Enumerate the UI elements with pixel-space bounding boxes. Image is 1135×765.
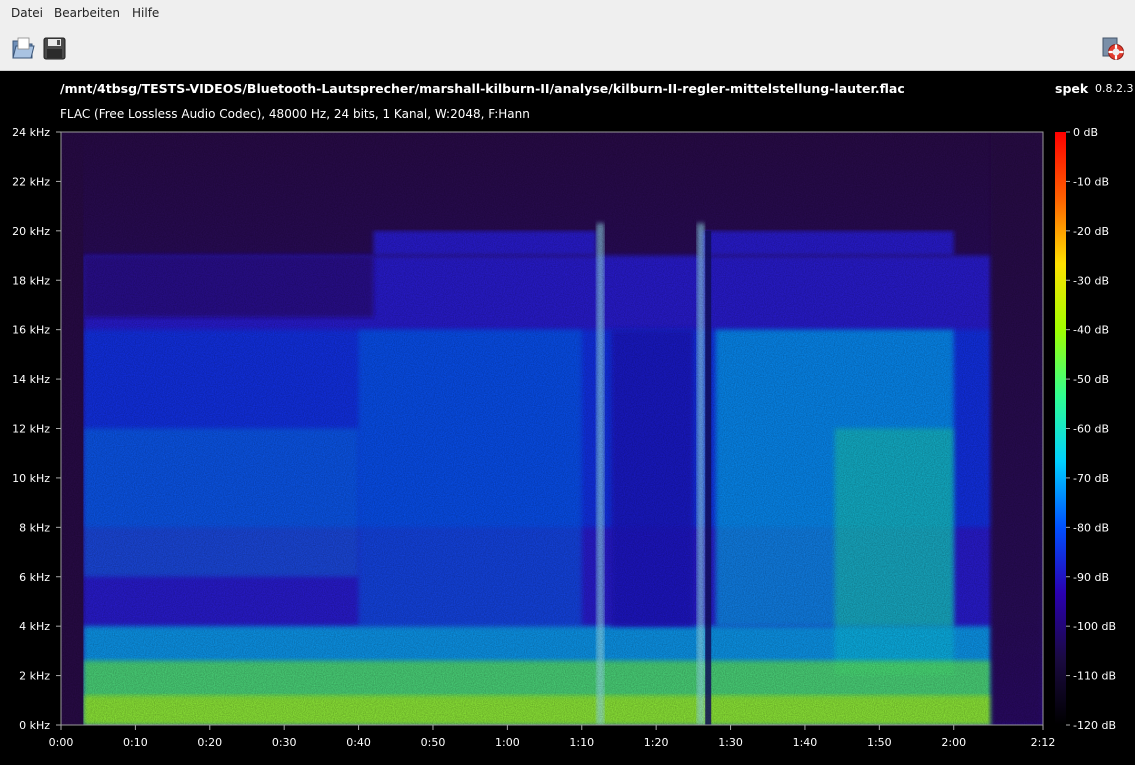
y-axis: 0 kHz 2 kHz 4 kHz 6 kHz 8 kHz 10 kHz 12 kHz 14 … [12,126,61,732]
open-file-icon [12,37,35,59]
toolbar [0,28,1135,71]
y-tick-label: 0 kHz [19,719,50,732]
y-tick-label: 2 kHz [19,670,50,683]
x-tick-label: 2:12 [1031,736,1056,749]
x-tick-label: 1:50 [867,736,892,749]
colorbar-tick-label: -120 dB [1073,719,1116,732]
colorbar-tick-label: -10 dB [1073,175,1109,188]
colorbar-tick-label: -50 dB [1073,373,1109,386]
x-axis: 0:00 0:10 0:20 0:30 0:40 0:50 1:00 1:10 1:20 1:30… [49,725,1056,749]
colorbar-tick-label: 0 dB [1073,126,1098,139]
y-tick-label: 12 kHz [12,423,50,436]
save-button[interactable] [42,36,68,62]
y-tick-label: 16 kHz [12,324,50,337]
x-tick-label: 0:10 [123,736,148,749]
colorbar-tick-label: -70 dB [1073,472,1109,485]
menu-help[interactable]: Hilfe [130,6,161,20]
x-tick-label: 0:40 [346,736,371,749]
y-tick-label: 22 kHz [12,175,50,188]
menu-file[interactable]: Datei [9,6,45,20]
colorbar-tick-label: -110 dB [1073,670,1116,683]
x-tick-label: 0:30 [272,736,297,749]
x-tick-label: 1:00 [495,736,520,749]
y-tick-label: 10 kHz [12,472,50,485]
y-tick-label: 20 kHz [12,225,50,238]
colorbar [1055,132,1066,725]
colorbar-tick-label: -20 dB [1073,225,1109,238]
colorbar-tick-label: -30 dB [1073,274,1109,287]
open-file-button[interactable] [10,36,36,62]
save-icon [43,37,66,60]
x-tick-label: 2:00 [941,736,966,749]
x-tick-label: 1:40 [793,736,818,749]
menu-edit[interactable]: Bearbeiten [52,6,122,20]
x-tick-label: 0:00 [49,736,74,749]
x-tick-label: 1:30 [718,736,743,749]
colorbar-tick-label: -80 dB [1073,521,1109,534]
y-tick-label: 18 kHz [12,274,50,287]
lifebuoy-icon [1102,37,1124,60]
spectrogram-viewer: /mnt/4tbsg/TESTS-VIDEOS/Bluetooth-Lautsp… [0,71,1135,765]
x-tick-label: 1:10 [569,736,594,749]
colorbar-axis: 0 dB -10 dB -20 dB -30 dB -40 dB -50 dB -60 dB… [1066,126,1116,732]
colorbar-tick-label: -40 dB [1073,324,1109,337]
y-tick-label: 14 kHz [12,373,50,386]
x-tick-label: 1:20 [644,736,669,749]
spectrogram-noise [61,132,1043,725]
about-button[interactable] [1101,36,1127,62]
colorbar-tick-label: -90 dB [1073,571,1109,584]
x-tick-label: 0:50 [421,736,446,749]
y-tick-label: 4 kHz [19,620,50,633]
y-tick-label: 24 kHz [12,126,50,139]
x-tick-label: 0:20 [197,736,222,749]
spectrogram-chart: 0 kHz 2 kHz 4 kHz 6 kHz 8 kHz 10 kHz 12 kHz 14 … [12,126,1116,749]
menu-bar: Datei Bearbeiten Hilfe [0,0,1135,28]
y-tick-label: 8 kHz [19,521,50,534]
colorbar-tick-label: -60 dB [1073,423,1109,436]
colorbar-tick-label: -100 dB [1073,620,1116,633]
y-tick-label: 6 kHz [19,571,50,584]
